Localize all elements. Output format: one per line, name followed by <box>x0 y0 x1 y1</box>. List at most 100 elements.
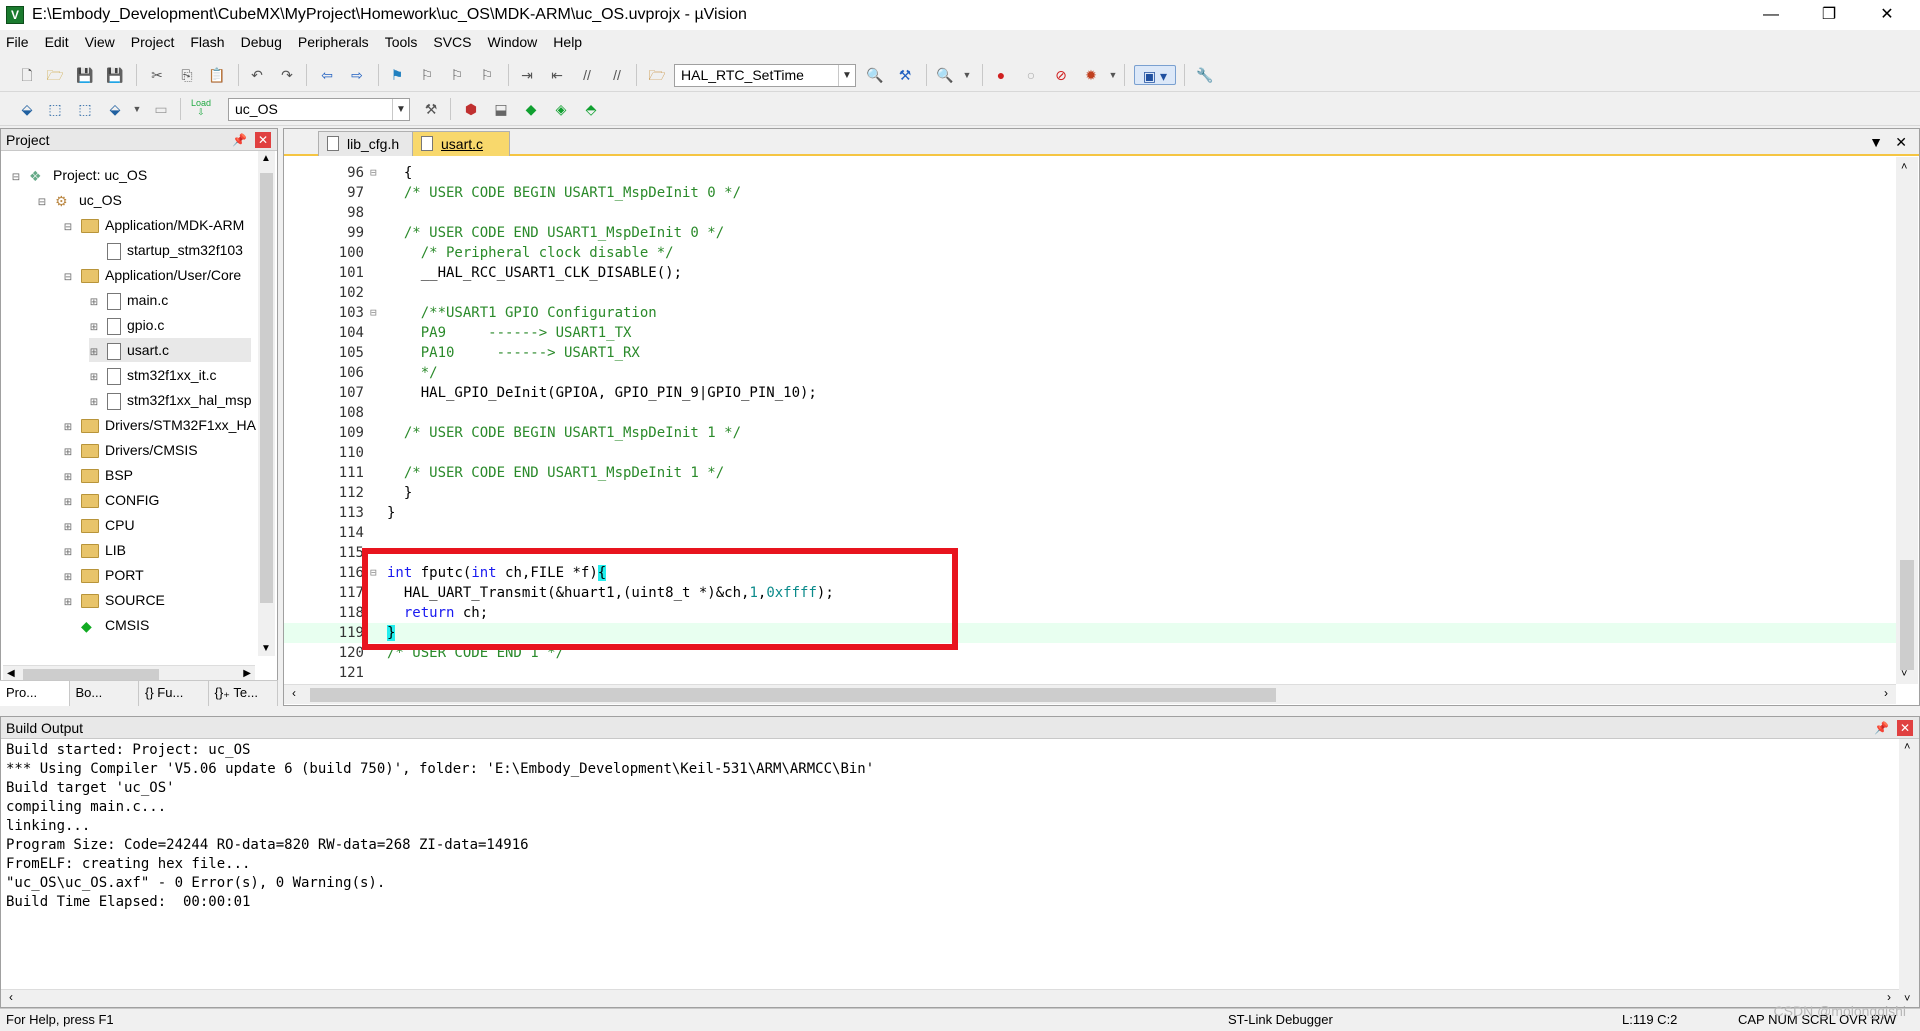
menu-view[interactable]: View <box>85 34 115 50</box>
tree-item[interactable]: ⊞ main.c <box>89 288 168 312</box>
next-bookmark-icon[interactable]: ⚐ <box>446 65 468 85</box>
build-icon[interactable]: ⬚ <box>44 99 66 119</box>
close-tab-icon[interactable]: ✕ <box>1895 134 1907 151</box>
stop-build-icon[interactable]: ▭ <box>150 99 172 119</box>
scroll-thumb[interactable] <box>260 173 273 603</box>
project-vertical-scrollbar[interactable]: ▲ ▼ <box>258 151 275 656</box>
select-packs-icon[interactable]: ⬓ <box>490 99 512 119</box>
prev-bookmark-icon[interactable]: ⚐ <box>416 65 438 85</box>
menu-peripherals[interactable]: Peripherals <box>298 34 369 50</box>
indent-icon[interactable]: ⇥ <box>516 65 538 85</box>
chevron-down-icon[interactable]: ▼ <box>126 99 148 119</box>
uncomment-icon[interactable]: // <box>606 65 628 85</box>
code-line[interactable]: 114 <box>284 523 1896 543</box>
tree-item[interactable]: ⊞ SOURCE <box>63 588 165 612</box>
code-line[interactable]: 100 /* Peripheral clock disable */ <box>284 243 1896 263</box>
minimize-button[interactable]: — <box>1744 0 1798 30</box>
expand-icon[interactable]: ⊞ <box>63 566 73 590</box>
tree-item[interactable]: ⊟ Application/MDK-ARM <box>63 213 244 237</box>
expand-icon[interactable]: ⊞ <box>63 416 73 440</box>
pack-installer-icon[interactable]: ◈ <box>550 99 572 119</box>
scroll-left-icon[interactable]: ‹ <box>9 990 13 1004</box>
collapse-icon[interactable]: ⊟ <box>63 266 73 290</box>
expand-icon[interactable]: ⊞ <box>63 516 73 540</box>
tab-books[interactable]: Bo... <box>70 681 139 706</box>
chevron-down-icon[interactable]: ▼ <box>838 65 855 86</box>
menu-flash[interactable]: Flash <box>190 34 224 50</box>
code-line[interactable]: 98 <box>284 203 1896 223</box>
tree-item[interactable]: ⊞ BSP <box>63 463 133 487</box>
collapse-icon[interactable]: ⊟ <box>11 166 21 190</box>
clear-bookmarks-icon[interactable]: ⚐ <box>476 65 498 85</box>
menu-project[interactable]: Project <box>131 34 175 50</box>
code-line[interactable]: 112 } <box>284 483 1896 503</box>
tree-item[interactable]: ⊞ CPU <box>63 513 135 537</box>
incremental-find-icon[interactable]: ⚒ <box>894 65 916 85</box>
menu-file[interactable]: File <box>6 34 29 50</box>
tab-usart-c[interactable]: usart.c <box>412 131 510 156</box>
new-file-icon[interactable]: 🗋 <box>16 65 38 85</box>
kill-all-breakpoints-icon[interactable]: ✹ <box>1080 65 1102 85</box>
menu-help[interactable]: Help <box>553 34 582 50</box>
breakpoint-icon[interactable]: ● <box>990 65 1012 85</box>
scroll-thumb[interactable] <box>310 688 1276 702</box>
tree-item[interactable]: ⊞ Drivers/STM32F1xx_HA <box>63 413 256 437</box>
redo-icon[interactable]: ↷ <box>276 65 298 85</box>
scroll-thumb[interactable] <box>1900 560 1914 670</box>
code-line[interactable]: 106 */ <box>284 363 1896 383</box>
close-icon[interactable]: ✕ <box>1897 720 1913 736</box>
close-window-button[interactable]: ✕ <box>1860 0 1914 30</box>
tab-list-dropdown-icon[interactable]: ▼ <box>1869 134 1883 150</box>
function-combo[interactable]: HAL_RTC_SetTime ▼ <box>674 64 856 87</box>
code-line[interactable]: 111 /* USER CODE END USART1_MspDeInit 1 … <box>284 463 1896 483</box>
menu-edit[interactable]: Edit <box>45 34 69 50</box>
code-line[interactable]: 107 HAL_GPIO_DeInit(GPIOA, GPIO_PIN_9|GP… <box>284 383 1896 403</box>
fold-toggle-icon[interactable]: ⊟ <box>370 163 381 183</box>
bookmark-icon[interactable]: ⚑ <box>386 65 408 85</box>
configure-icon[interactable]: 🔧 <box>1194 65 1216 85</box>
code-line[interactable]: 99 /* USER CODE END USART1_MspDeInit 0 *… <box>284 223 1896 243</box>
tree-item[interactable]: ⊞ stm32f1xx_hal_msp <box>89 388 252 412</box>
software-packs-icon[interactable]: ⬘ <box>580 99 602 119</box>
scroll-down-icon[interactable]: ▼ <box>261 643 271 654</box>
tree-item[interactable]: ⊟ ❖ Project: uc_OS <box>11 163 147 187</box>
maximize-button[interactable]: ❐ <box>1802 0 1856 30</box>
load-icon[interactable]: Load ⇩ <box>190 99 212 119</box>
scroll-up-icon[interactable]: ˄ <box>1901 161 1907 173</box>
cut-icon[interactable]: ✂ <box>146 65 168 85</box>
debug-session-icon[interactable]: 🔍 <box>934 65 956 85</box>
tree-item[interactable]: ⊞ CONFIG <box>63 488 159 512</box>
paste-icon[interactable]: 📋 <box>206 65 228 85</box>
tree-item[interactable]: ⊞ stm32f1xx_it.c <box>89 363 216 387</box>
code-line[interactable]: 103 ⊟ /**USART1 GPIO Configuration <box>284 303 1896 323</box>
target-combo[interactable]: uc_OS ▼ <box>228 98 410 121</box>
chevron-down-icon[interactable]: ▼ <box>392 99 409 120</box>
open-file-icon[interactable]: 🗁 <box>44 65 66 85</box>
unindent-icon[interactable]: ⇤ <box>546 65 568 85</box>
code-line[interactable]: 97 /* USER CODE BEGIN USART1_MspDeInit 0… <box>284 183 1896 203</box>
navigate-forward-icon[interactable]: ⇨ <box>346 65 368 85</box>
expand-icon[interactable]: ⊞ <box>63 491 73 515</box>
manage-project-items-icon[interactable]: ⬢ <box>460 99 482 119</box>
menu-svcs[interactable]: SVCS <box>433 34 471 50</box>
navigate-back-icon[interactable]: ⇦ <box>316 65 338 85</box>
tree-item[interactable]: ⊞ usart.c <box>89 338 251 362</box>
code-line[interactable]: 101 __HAL_RCC_USART1_CLK_DISABLE(); <box>284 263 1896 283</box>
tree-item[interactable]: ⊞ Drivers/CMSIS <box>63 438 198 462</box>
scroll-right-icon[interactable]: › <box>1887 990 1891 1004</box>
tab-project[interactable]: Pro... <box>0 681 70 706</box>
expand-icon[interactable]: ⊞ <box>89 316 99 340</box>
disable-all-breakpoints-icon[interactable]: ⊘ <box>1050 65 1072 85</box>
collapse-icon[interactable]: ⊟ <box>37 191 47 215</box>
tree-item[interactable]: ⊞ gpio.c <box>89 313 164 337</box>
scroll-up-icon[interactable]: ▲ <box>261 153 271 164</box>
code-line[interactable]: 102 <box>284 283 1896 303</box>
pin-icon[interactable]: 📌 <box>232 129 247 151</box>
expand-icon[interactable]: ⊞ <box>89 341 99 365</box>
tree-item[interactable]: ◆ CMSIS <box>63 613 149 637</box>
scroll-right-icon[interactable]: ▶ <box>243 668 251 679</box>
batch-build-icon[interactable]: ⬙ <box>104 99 126 119</box>
options-for-target-icon[interactable]: ⚒ <box>420 99 442 119</box>
expand-icon[interactable]: ⊞ <box>63 441 73 465</box>
translate-icon[interactable]: ⬙ <box>16 99 38 119</box>
